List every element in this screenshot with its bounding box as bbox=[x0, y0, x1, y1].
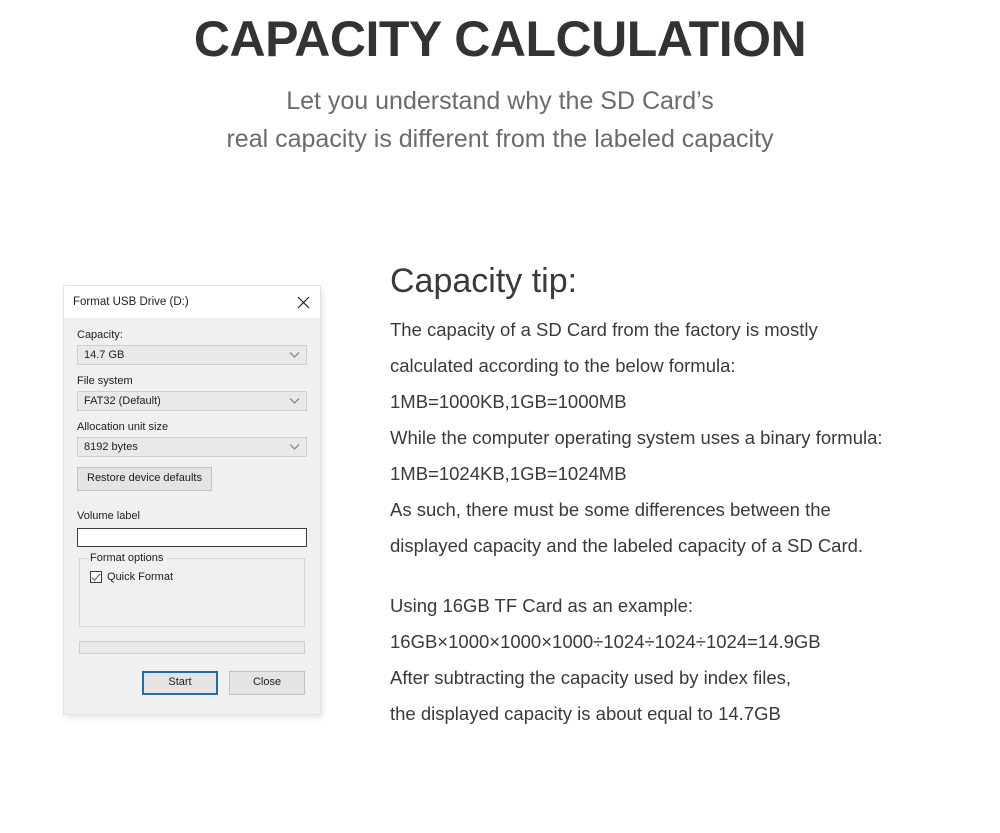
capacity-label: Capacity: bbox=[77, 329, 123, 341]
capacity-value: 14.7 GB bbox=[84, 349, 125, 361]
tip-line: 1MB=1000KB,1GB=1000MB bbox=[390, 391, 627, 412]
volume-label-input[interactable] bbox=[77, 527, 307, 547]
chevron-down-icon bbox=[289, 444, 300, 451]
checkmark-icon bbox=[91, 572, 101, 581]
file-system-value: FAT32 (Default) bbox=[84, 395, 161, 407]
format-dialog: Format USB Drive (D:) Capacity: 14.7 GB … bbox=[64, 286, 320, 714]
tip-line: 1MB=1024KB,1GB=1024MB bbox=[390, 463, 627, 484]
tip-line: the displayed capacity is about equal to… bbox=[390, 703, 781, 724]
quick-format-label: Quick Format bbox=[107, 570, 174, 583]
restore-device-defaults-button[interactable]: Restore device defaults bbox=[77, 467, 212, 491]
dialog-title: Format USB Drive (D:) bbox=[73, 296, 189, 308]
format-options-group: Format options Quick Format bbox=[79, 551, 305, 627]
page-subtitle: Let you understand why the SD Card’s rea… bbox=[0, 82, 1000, 158]
capacity-tip-panel: Capacity tip: The capacity of a SD Card … bbox=[390, 258, 990, 732]
capacity-tip-heading: Capacity tip: bbox=[390, 262, 578, 300]
chevron-down-icon bbox=[289, 398, 300, 405]
file-system-select[interactable]: FAT32 (Default) bbox=[77, 391, 307, 411]
tip-line: Using 16GB TF Card as an example: bbox=[390, 595, 693, 616]
file-system-label: File system bbox=[77, 375, 133, 387]
dialog-body: Capacity: 14.7 GB File system FAT32 (Def… bbox=[64, 318, 320, 714]
subtitle-line-1: Let you understand why the SD Card’s bbox=[286, 87, 714, 115]
capacity-tip-paragraph-one: The capacity of a SD Card from the facto… bbox=[390, 312, 990, 564]
capacity-select[interactable]: 14.7 GB bbox=[77, 345, 307, 365]
close-icon[interactable] bbox=[286, 287, 320, 317]
allocation-unit-size-value: 8192 bytes bbox=[84, 441, 138, 453]
format-options-title: Format options bbox=[87, 551, 168, 565]
quick-format-checkbox[interactable] bbox=[90, 571, 102, 583]
allocation-unit-size-select[interactable]: 8192 bytes bbox=[77, 437, 307, 457]
start-button[interactable]: Start bbox=[142, 670, 218, 695]
format-progress-bar bbox=[79, 640, 305, 654]
tip-line: After subtracting the capacity used by i… bbox=[390, 667, 792, 688]
restore-row: Restore device defaults bbox=[77, 467, 307, 491]
volume-label-label: Volume label bbox=[77, 510, 140, 522]
allocation-unit-size-label: Allocation unit size bbox=[77, 421, 169, 433]
page-title: CAPACITY CALCULATION bbox=[193, 11, 807, 67]
subtitle-line-2: real capacity is different from the labe… bbox=[226, 125, 774, 153]
chevron-down-icon bbox=[289, 352, 300, 359]
tip-line: While the computer operating system uses… bbox=[390, 427, 883, 448]
page-header: CAPACITY CALCULATION Let you understand … bbox=[0, 0, 1000, 158]
capacity-tip-paragraph-two: Using 16GB TF Card as an example: 16GB×1… bbox=[390, 588, 990, 732]
close-button[interactable]: Close bbox=[229, 670, 305, 695]
tip-line: 16GB×1000×1000×1000÷1024÷1024÷1024=14.9G… bbox=[390, 631, 821, 652]
tip-line: As such, there must be some differences … bbox=[390, 499, 831, 520]
tip-line: The capacity of a SD Card from the facto… bbox=[390, 319, 818, 340]
dialog-button-row: Start Close bbox=[79, 670, 305, 714]
dialog-titlebar: Format USB Drive (D:) bbox=[64, 286, 320, 318]
quick-format-row[interactable]: Quick Format bbox=[90, 571, 294, 584]
tip-line: displayed capacity and the labeled capac… bbox=[390, 535, 864, 556]
tip-line: calculated according to the below formul… bbox=[390, 355, 736, 376]
